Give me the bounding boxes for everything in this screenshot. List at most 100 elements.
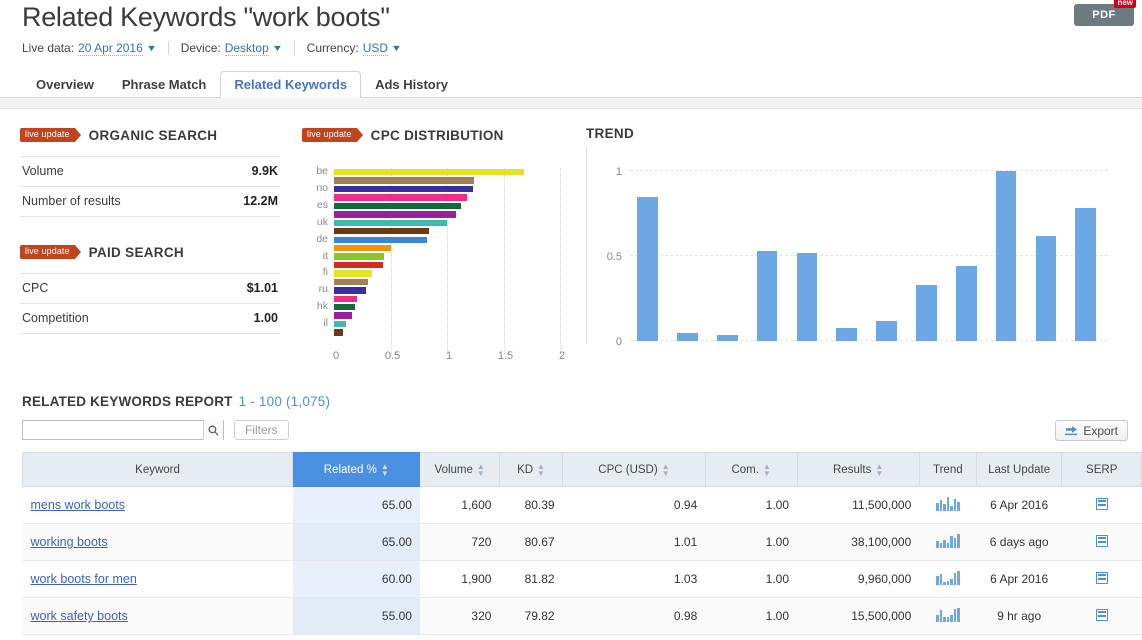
column-header-related[interactable]: Related %▲▼	[293, 453, 420, 487]
column-header-results[interactable]: Results▲▼	[797, 453, 919, 487]
trend-bar	[1075, 208, 1096, 341]
table-header-row: KeywordRelated %▲▼Volume▲▼KD▲▼CPC (USD)▲…	[23, 453, 1142, 487]
tab-phrase-match[interactable]: Phrase Match	[108, 71, 221, 98]
keyword-link[interactable]: working boots	[31, 535, 108, 549]
trend-bar	[717, 335, 738, 341]
serp-icon[interactable]	[1096, 609, 1108, 621]
cell-keyword: work safety boots	[23, 598, 293, 635]
paid-search-table: CPC $1.01 Competition 1.00	[20, 273, 280, 334]
keyword-link[interactable]: mens work boots	[31, 498, 125, 512]
cell-com: 1.00	[705, 598, 797, 635]
cpc-plot-area: benoesukdeitfiruhkil	[302, 168, 560, 354]
trend-title: TREND	[586, 126, 1126, 141]
chevron-down-icon[interactable]: ▼	[146, 43, 157, 53]
live-update-badge: live update	[20, 128, 75, 142]
stat-key: Volume	[20, 157, 209, 187]
serp-icon[interactable]	[1096, 535, 1108, 547]
chevron-down-icon[interactable]: ▼	[272, 43, 283, 53]
meta-currency-label: Currency:	[307, 41, 359, 55]
trend-y-tick-label: 0.5	[592, 251, 622, 263]
cpc-bar-row	[334, 227, 560, 235]
trend-sparkline-icon	[936, 497, 960, 511]
cell-results: 15,500,000	[797, 598, 919, 635]
search-button[interactable]	[203, 420, 223, 440]
trend-sparkline-icon	[936, 534, 960, 548]
cpc-bar	[334, 211, 456, 217]
sort-arrows-icon[interactable]: ▲▼	[662, 463, 670, 477]
search-icon	[208, 425, 219, 436]
column-header-volume[interactable]: Volume▲▼	[420, 453, 499, 487]
cpc-gridline	[560, 168, 561, 354]
cpc-bar	[334, 186, 473, 192]
live-update-badge: live update	[20, 245, 75, 259]
cell-com: 1.00	[705, 561, 797, 598]
stat-key: CPC	[20, 274, 193, 304]
trend-bar	[797, 253, 818, 341]
meta-live-data-label: Live data:	[22, 41, 74, 55]
trend-bar	[757, 251, 778, 341]
cell-serp	[1062, 561, 1142, 598]
trend-chart: TREND 00.51	[586, 126, 1126, 363]
cpc-bar	[334, 220, 447, 226]
meta-device-value[interactable]: Desktop	[225, 41, 269, 56]
cell-volume: 1,900	[420, 561, 499, 598]
cpc-y-tick-label: it	[302, 250, 328, 262]
cell-keyword: work boots for men	[23, 561, 293, 598]
cpc-y-tick-label: il	[302, 317, 328, 329]
meta-live-data-value[interactable]: 20 Apr 2016	[78, 41, 143, 56]
cpc-y-tick-label: ru	[302, 283, 328, 295]
report-title-text: RELATED KEYWORDS REPORT	[22, 394, 233, 409]
tab-active-mask	[221, 97, 360, 98]
column-header-label: CPC (USD)	[598, 464, 657, 476]
sort-arrows-icon[interactable]: ▲▼	[875, 463, 883, 477]
serp-icon[interactable]	[1096, 498, 1108, 510]
cell-results: 9,960,000	[797, 561, 919, 598]
sort-arrows-icon[interactable]: ▲▼	[763, 463, 771, 477]
table-row: CPC $1.01	[20, 274, 280, 304]
meta-row: Live data: 20 Apr 2016 ▼ Device: Desktop…	[22, 39, 401, 57]
cpc-bar	[334, 279, 368, 285]
sort-arrows-icon[interactable]: ▲▼	[537, 463, 545, 477]
trend-sparkline-icon	[936, 571, 960, 585]
meta-currency-value[interactable]: USD	[363, 41, 388, 56]
tab-ads-history[interactable]: Ads History	[361, 71, 462, 98]
cell-related-percent: 65.00	[293, 487, 420, 524]
cpc-x-tick-label: 1.5	[498, 350, 513, 362]
column-header-kd[interactable]: KD▲▼	[499, 453, 562, 487]
cell-related-percent: 55.00	[293, 598, 420, 635]
export-button[interactable]: Export	[1055, 420, 1128, 441]
export-label: Export	[1083, 424, 1118, 438]
cpc-bar	[334, 329, 343, 335]
meta-divider	[294, 41, 295, 55]
cell-com: 1.00	[705, 524, 797, 561]
table-body: mens work boots65.001,60080.390.941.0011…	[23, 487, 1142, 635]
column-header-com[interactable]: Com.▲▼	[705, 453, 797, 487]
cpc-bar	[334, 262, 383, 268]
tab-overview[interactable]: Overview	[22, 71, 108, 98]
cell-results: 11,500,000	[797, 487, 919, 524]
tab-related-keywords[interactable]: Related Keywords	[220, 71, 361, 98]
column-header-cpc-usd[interactable]: CPC (USD) ▲▼	[563, 453, 706, 487]
table-row: Number of results 12.2M	[20, 187, 280, 217]
cpc-bar-row	[334, 219, 560, 227]
cell-serp	[1062, 598, 1142, 635]
chevron-down-icon[interactable]: ▼	[391, 43, 402, 53]
sort-arrows-icon[interactable]: ▲▼	[477, 463, 485, 477]
filters-button[interactable]: Filters	[234, 420, 289, 440]
stat-value: $1.01	[193, 274, 280, 304]
serp-icon[interactable]	[1096, 572, 1108, 584]
cpc-bar-row	[334, 168, 560, 176]
cpc-bar	[334, 253, 384, 259]
keyword-link[interactable]: work boots for men	[31, 572, 137, 586]
cpc-bar-row	[334, 261, 560, 269]
cell-last-update: 6 Apr 2016	[976, 561, 1062, 598]
stat-value: 12.2M	[209, 187, 280, 217]
paid-search-header: live update PAID SEARCH	[20, 243, 280, 261]
related-keywords-table: KeywordRelated %▲▼Volume▲▼KD▲▼CPC (USD)▲…	[22, 452, 1142, 635]
keyword-link[interactable]: work safety boots	[31, 609, 128, 623]
organic-search-title: ORGANIC SEARCH	[89, 128, 218, 143]
cpc-bar	[334, 270, 372, 276]
search-input[interactable]	[23, 421, 203, 439]
sort-arrows-icon[interactable]: ▲▼	[381, 463, 389, 477]
table-row: Volume 9.9K	[20, 157, 280, 187]
